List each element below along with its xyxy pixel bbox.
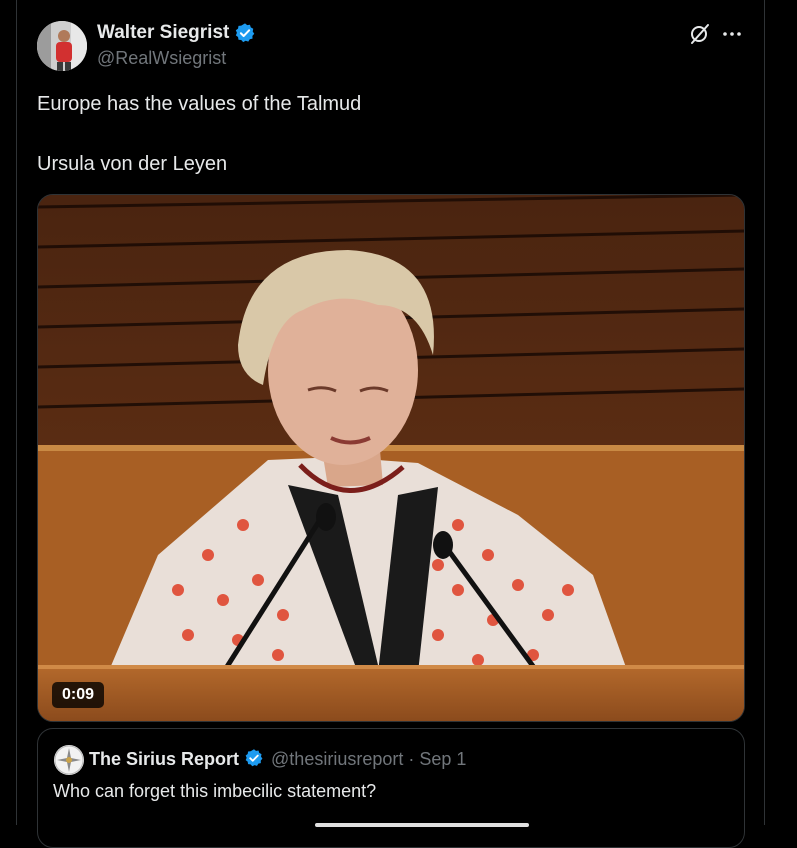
author-handle[interactable]: @RealWsiegrist	[97, 48, 226, 69]
quoted-author-handle[interactable]: @thesiriusreport	[271, 749, 403, 770]
column-border-left	[16, 0, 17, 825]
video-duration-badge: 0:09	[52, 682, 105, 708]
verified-badge-icon	[234, 22, 256, 44]
author-name-row: Walter Siegrist	[97, 22, 256, 44]
more-options-icon[interactable]	[720, 22, 744, 46]
tweet-text: Europe has the values of the Talmud Ursu…	[37, 92, 361, 176]
verified-badge-icon	[244, 748, 266, 770]
quoted-header: The Sirius Report @thesiriusreport · Sep…	[89, 748, 466, 770]
quoted-author-name[interactable]: The Sirius Report	[89, 749, 239, 770]
quoted-media-preview	[315, 823, 529, 827]
column-border-right	[764, 0, 765, 825]
quoted-tweet[interactable]: The Sirius Report @thesiriusreport · Sep…	[37, 728, 745, 848]
grok-icon[interactable]	[688, 22, 712, 46]
quoted-timestamp[interactable]: Sep 1	[419, 749, 466, 770]
author-display-name[interactable]: Walter Siegrist	[97, 22, 229, 44]
tweet-text-line: Europe has the values of the Talmud	[37, 93, 362, 115]
author-avatar[interactable]	[37, 21, 87, 71]
separator-dot: ·	[408, 748, 415, 769]
quoted-author-avatar[interactable]	[54, 745, 84, 775]
video-frame	[38, 195, 744, 721]
video-player[interactable]	[37, 194, 745, 722]
quoted-tweet-text: Who can forget this imbecilic statement?	[53, 781, 377, 801]
tweet-text-line: Ursula von der Leyen	[37, 153, 228, 175]
